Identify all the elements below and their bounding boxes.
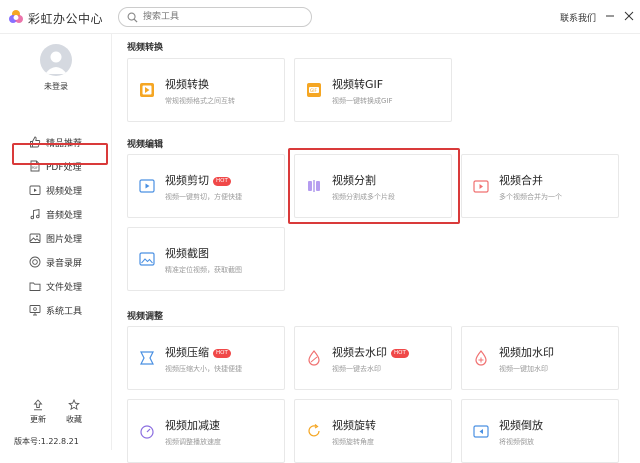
search-box[interactable]: [118, 7, 312, 27]
card-title: 视频合并: [499, 174, 543, 187]
section-title: 视频转换: [127, 43, 164, 53]
title-bar: 彩虹办公中心 联系我们: [0, 0, 640, 34]
record-icon: [29, 256, 41, 268]
gif-icon: GIF: [307, 83, 321, 97]
update-label: 更新: [30, 415, 46, 424]
card-title: 视频剪切 HOT: [165, 172, 231, 188]
card-title: 视频加减速: [165, 419, 220, 432]
version-label: 版本号:1.22.8.21: [14, 437, 79, 446]
card-title-text: 视频压缩: [165, 346, 209, 359]
video-screenshot-icon: [139, 252, 155, 266]
tool-card-video-reverse[interactable]: 视频倒放 将视频倒放: [461, 399, 619, 463]
speed-icon: [140, 425, 154, 439]
tool-card-video-add-watermark[interactable]: 视频加水印 视频一键加水印: [461, 326, 619, 390]
card-desc: 视频一键加水印: [499, 365, 548, 373]
section-title: 视频调整: [127, 312, 164, 322]
video-compress-icon: [140, 351, 154, 365]
card-title: 视频截图: [165, 247, 209, 260]
favorite-label: 收藏: [66, 415, 82, 424]
video-icon: [29, 185, 41, 195]
card-title: 视频倒放: [499, 419, 543, 432]
video-cut-icon: [139, 179, 155, 193]
image-icon: [29, 233, 41, 243]
star-icon: [68, 399, 80, 411]
highlight-box-video-nav: [12, 143, 108, 165]
card-desc: 将视频倒放: [499, 438, 534, 446]
user-icon: [45, 51, 67, 74]
login-status[interactable]: 未登录: [0, 81, 112, 92]
tool-card-video-to-gif[interactable]: GIF 视频转GIF 视频一键转换成GIF: [294, 58, 452, 122]
card-desc: 视频压缩大小，快捷便捷: [165, 365, 242, 373]
card-desc: 视频一键剪切，方便快捷: [165, 193, 242, 201]
close-icon[interactable]: [622, 9, 636, 23]
sidebar-item-label: 录音录屏: [46, 258, 83, 269]
card-desc: 视频调整播放速度: [165, 438, 221, 446]
tool-card-video-convert[interactable]: 视频转换 常规视频格式之间互转: [127, 58, 285, 122]
card-desc: 视频一键去水印: [332, 365, 381, 373]
hot-badge: HOT: [213, 177, 231, 186]
bottom-tools: 更新 收藏: [24, 399, 94, 431]
sidebar-item-label: 视频处理: [46, 186, 83, 197]
card-title-text: 视频剪切: [165, 174, 209, 187]
card-title: 视频加水印: [499, 346, 554, 359]
hot-badge: HOT: [213, 349, 231, 358]
sidebar: 未登录 精品推荐 PDF PDF处理 视频处理 音频处理 图片处理 录音录屏 文…: [0, 34, 112, 450]
card-title: 视频去水印 HOT: [332, 344, 409, 360]
update-icon: [33, 399, 43, 411]
sidebar-item-label: 图片处理: [46, 234, 83, 245]
app-title: 彩虹办公中心: [28, 12, 104, 26]
card-desc: 常规视频格式之间互转: [165, 97, 235, 105]
reverse-icon: [473, 425, 489, 438]
avatar[interactable]: [40, 44, 72, 76]
favorite-button[interactable]: 收藏: [62, 399, 86, 425]
video-convert-icon: [140, 83, 154, 97]
card-title-text: 视频去水印: [332, 346, 387, 359]
search-input[interactable]: [143, 9, 303, 25]
search-icon: [127, 12, 138, 23]
contact-us-link[interactable]: 联系我们: [560, 11, 596, 24]
update-button[interactable]: 更新: [26, 399, 50, 425]
card-title: 视频转GIF: [332, 78, 384, 91]
tool-card-video-remove-watermark[interactable]: 视频去水印 HOT 视频一键去水印: [294, 326, 452, 390]
audio-icon: [30, 208, 40, 220]
system-icon: [29, 305, 41, 316]
card-desc: 多个视频合并为一个: [499, 193, 562, 201]
card-desc: 视频旋转角度: [332, 438, 374, 446]
remove-watermark-icon: [308, 350, 320, 366]
sidebar-item-video[interactable]: 视频处理: [0, 178, 112, 202]
add-watermark-icon: [475, 350, 487, 366]
rotate-icon: [308, 424, 320, 437]
svg-text:PDF: PDF: [32, 166, 38, 170]
card-desc: 精准定位视频，获取截图: [165, 266, 242, 274]
card-desc: 视频一键转换成GIF: [332, 97, 393, 105]
video-merge-icon: [473, 180, 489, 193]
sidebar-item-image[interactable]: 图片处理: [0, 226, 112, 250]
tool-card-video-merge[interactable]: 视频合并 多个视频合并为一个: [461, 154, 619, 218]
sidebar-item-audio[interactable]: 音频处理: [0, 202, 112, 226]
sidebar-item-file[interactable]: 文件处理: [0, 274, 112, 298]
tool-card-video-compress[interactable]: 视频压缩 HOT 视频压缩大小，快捷便捷: [127, 326, 285, 390]
tool-card-video-rotate[interactable]: 视频旋转 视频旋转角度: [294, 399, 452, 463]
hot-badge: HOT: [391, 349, 409, 358]
sidebar-item-record[interactable]: 录音录屏: [0, 250, 112, 274]
main-content: 视频转换 视频转换 常规视频格式之间互转 GIF 视频转GIF 视频一键转换成G…: [112, 34, 640, 463]
minimize-icon[interactable]: [603, 9, 617, 23]
section-title: 视频编辑: [127, 140, 164, 150]
sidebar-item-system[interactable]: 系统工具: [0, 298, 112, 322]
sidebar-item-label: 音频处理: [46, 210, 83, 221]
card-title: 视频转换: [165, 78, 209, 91]
folder-icon: [29, 282, 41, 291]
card-title: 视频旋转: [332, 419, 376, 432]
tool-card-video-speed[interactable]: 视频加减速 视频调整播放速度: [127, 399, 285, 463]
highlight-box-video-split: [288, 148, 460, 224]
card-title: 视频压缩 HOT: [165, 344, 231, 360]
sidebar-item-label: 文件处理: [46, 282, 83, 293]
tool-card-video-screenshot[interactable]: 视频截图 精准定位视频，获取截图: [127, 227, 285, 291]
sidebar-item-label: 系统工具: [46, 306, 83, 317]
app-logo-icon: [9, 10, 23, 23]
svg-text:GIF: GIF: [310, 88, 317, 93]
tool-card-video-cut[interactable]: 视频剪切 HOT 视频一键剪切，方便快捷: [127, 154, 285, 218]
